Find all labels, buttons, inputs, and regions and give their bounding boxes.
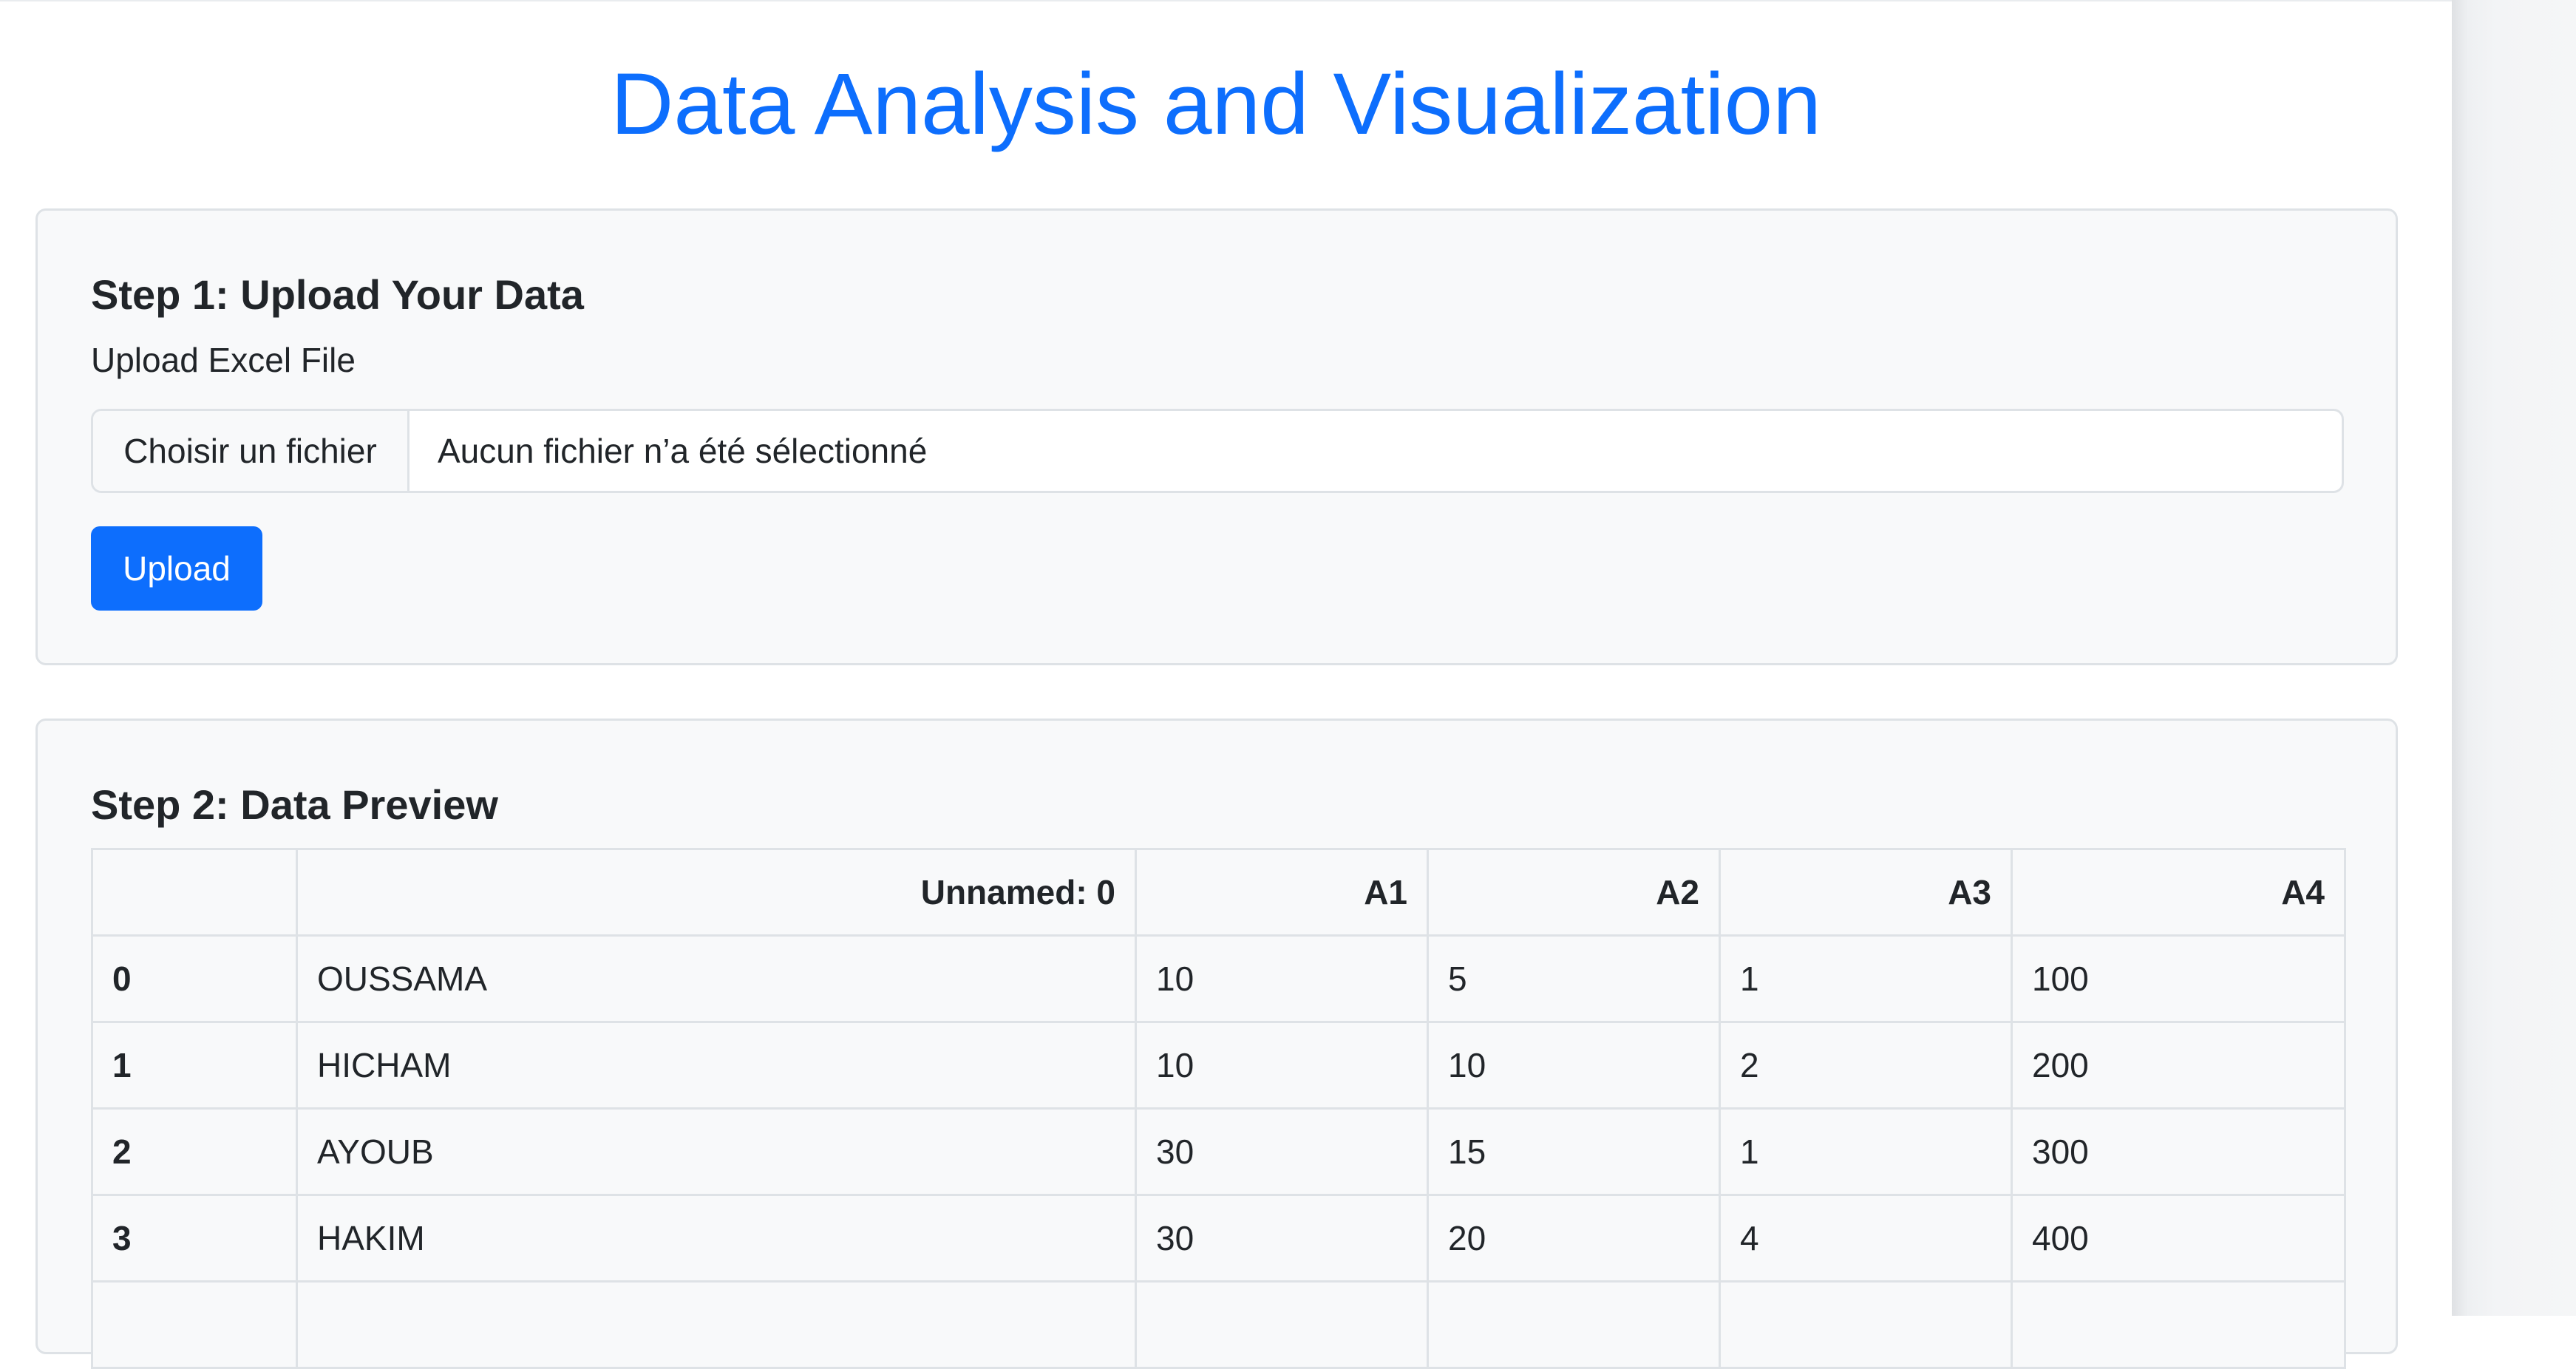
table-header-row: Unnamed: 0 A1 A2 A3 A4 bbox=[91, 848, 2346, 937]
table-cell: HICHAM bbox=[296, 1021, 1137, 1110]
table-cell bbox=[1135, 1280, 1429, 1369]
table-index-cell: 0 bbox=[91, 934, 298, 1023]
table-row: 0 OUSSAMA 10 5 1 100 bbox=[91, 934, 2346, 1023]
table-cell: 1 bbox=[1719, 934, 2013, 1023]
table-header-cell: A3 bbox=[1719, 848, 2013, 937]
table-header-cell: A4 bbox=[2011, 848, 2346, 937]
scroll-gutter bbox=[2452, 0, 2576, 1316]
table-cell: OUSSAMA bbox=[296, 934, 1137, 1023]
page: Data Analysis and Visualization Step 1: … bbox=[0, 0, 2452, 1369]
table-cell: 300 bbox=[2011, 1107, 2346, 1196]
table-row: 2 AYOUB 30 15 1 300 bbox=[91, 1107, 2346, 1196]
table-cell: 200 bbox=[2011, 1021, 2346, 1110]
table-cell: 10 bbox=[1135, 934, 1429, 1023]
upload-step-heading: Step 1: Upload Your Data bbox=[91, 271, 584, 318]
table-cell: HAKIM bbox=[296, 1194, 1137, 1283]
table-cell: 4 bbox=[1719, 1194, 2013, 1283]
table-cell: 30 bbox=[1135, 1107, 1429, 1196]
choose-file-button[interactable]: Choisir un fichier bbox=[93, 411, 409, 491]
page-title: Data Analysis and Visualization bbox=[611, 55, 1821, 153]
table-cell bbox=[296, 1280, 1137, 1369]
table-row: 3 HAKIM 30 20 4 400 bbox=[91, 1194, 2346, 1283]
table-row-partial bbox=[91, 1280, 2346, 1369]
table-cell bbox=[1427, 1280, 1721, 1369]
table-cell bbox=[1719, 1280, 2013, 1369]
table-header-cell: A2 bbox=[1427, 848, 1721, 937]
upload-card: Step 1: Upload Your Data Upload Excel Fi… bbox=[35, 208, 2398, 665]
upload-file-label: Upload Excel File bbox=[91, 341, 356, 379]
data-preview-heading: Step 2: Data Preview bbox=[91, 781, 498, 828]
table-row: 1 HICHAM 10 10 2 200 bbox=[91, 1021, 2346, 1110]
table-cell: 5 bbox=[1427, 934, 1721, 1023]
data-preview-card: Step 2: Data Preview Unnamed: 0 A1 A2 A3… bbox=[35, 719, 2398, 1369]
table-index-cell bbox=[91, 1280, 298, 1369]
table-index-cell: 2 bbox=[91, 1107, 298, 1196]
table-index-cell: 3 bbox=[91, 1194, 298, 1283]
table-cell: 100 bbox=[2011, 934, 2346, 1023]
table-cell: 400 bbox=[2011, 1194, 2346, 1283]
table-cell: 1 bbox=[1719, 1107, 2013, 1196]
table-cell: 10 bbox=[1135, 1021, 1429, 1110]
data-preview-table: Unnamed: 0 A1 A2 A3 A4 0 OUSSAMA 10 5 1 … bbox=[91, 848, 2346, 1369]
upload-button[interactable]: Upload bbox=[91, 526, 262, 611]
table-index-cell: 1 bbox=[91, 1021, 298, 1110]
file-status-text: Aucun fichier n’a été sélectionné bbox=[438, 432, 928, 470]
table-header-cell: A1 bbox=[1135, 848, 1429, 937]
table-cell: 20 bbox=[1427, 1194, 1721, 1283]
table-cell: 2 bbox=[1719, 1021, 2013, 1110]
file-input[interactable]: Choisir un fichier Aucun fichier n’a été… bbox=[91, 409, 2344, 493]
table-header-cell bbox=[91, 848, 298, 937]
table-cell: 10 bbox=[1427, 1021, 1721, 1110]
table-cell: 15 bbox=[1427, 1107, 1721, 1196]
table-cell: 30 bbox=[1135, 1194, 1429, 1283]
table-cell: AYOUB bbox=[296, 1107, 1137, 1196]
table-cell bbox=[2011, 1280, 2346, 1369]
table-header-cell: Unnamed: 0 bbox=[296, 848, 1137, 937]
